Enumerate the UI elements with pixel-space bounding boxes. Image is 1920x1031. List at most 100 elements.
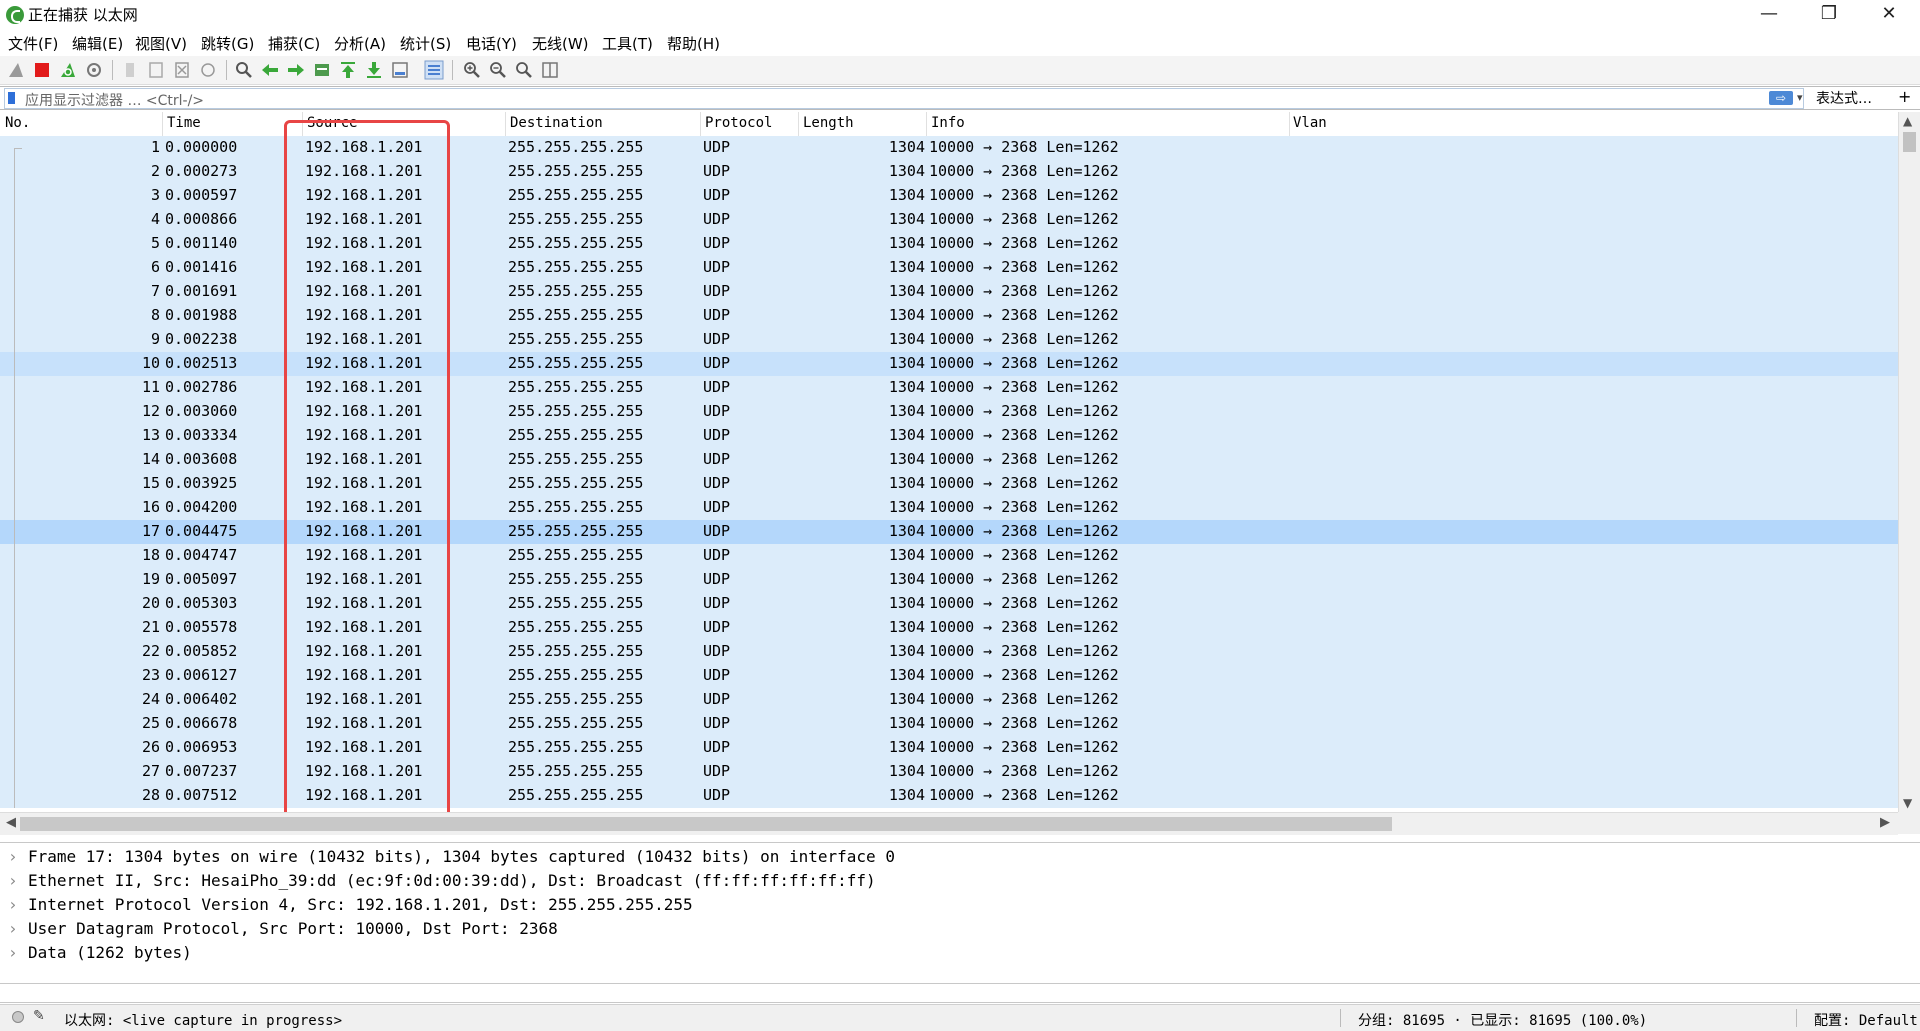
column-divider[interactable] bbox=[1289, 112, 1290, 136]
packet-time: 0.000597 bbox=[165, 186, 238, 204]
packet-destination: 255.255.255.255 bbox=[508, 354, 644, 372]
column-time[interactable]: Time bbox=[167, 115, 201, 131]
packet-bytes-pane[interactable] bbox=[0, 984, 1920, 1003]
detail-ethernet[interactable]: › Ethernet II, Src: HesaiPho_39:dd (ec:9f… bbox=[8, 871, 876, 890]
packet-destination: 255.255.255.255 bbox=[508, 618, 644, 636]
menu-statistics[interactable]: 统计(S) bbox=[400, 33, 451, 54]
colorize-icon[interactable] bbox=[424, 60, 444, 80]
scroll-down-icon[interactable]: ▼ bbox=[1903, 796, 1912, 810]
packet-time: 0.003608 bbox=[165, 450, 238, 468]
auto-scroll-icon[interactable] bbox=[390, 60, 410, 80]
column-divider[interactable] bbox=[798, 112, 799, 136]
capture-options-icon[interactable] bbox=[84, 60, 104, 80]
column-divider[interactable] bbox=[700, 112, 701, 136]
zoom-in-icon[interactable] bbox=[462, 60, 482, 80]
filter-history-dropdown[interactable]: ▾ bbox=[1797, 91, 1803, 104]
packet-destination: 255.255.255.255 bbox=[508, 402, 644, 420]
open-file-icon[interactable] bbox=[120, 60, 140, 80]
packet-protocol: UDP bbox=[703, 738, 731, 756]
packet-list-vertical-scrollbar[interactable]: ▲ ▼ bbox=[1898, 112, 1920, 812]
menu-help[interactable]: 帮助(H) bbox=[667, 33, 720, 54]
expand-chevron-icon[interactable]: › bbox=[8, 895, 28, 914]
column-divider[interactable] bbox=[162, 112, 163, 136]
window-title: 正在捕获 以太网 bbox=[28, 6, 138, 24]
packet-info: 10000 → 2368 Len=1262 bbox=[929, 546, 1119, 564]
minimize-button[interactable]: — bbox=[1740, 0, 1798, 30]
packet-no: 23 bbox=[141, 666, 160, 684]
reload-file-icon[interactable] bbox=[198, 60, 218, 80]
menu-analyze[interactable]: 分析(A) bbox=[334, 33, 386, 54]
menu-telephony[interactable]: 电话(Y) bbox=[466, 33, 517, 54]
scroll-up-icon[interactable]: ▲ bbox=[1903, 114, 1912, 128]
go-back-icon[interactable] bbox=[260, 60, 280, 80]
expand-chevron-icon[interactable]: › bbox=[8, 943, 28, 962]
expression-button[interactable]: 表达式… bbox=[1816, 88, 1872, 108]
column-divider[interactable] bbox=[926, 112, 927, 136]
go-forward-icon[interactable] bbox=[286, 60, 306, 80]
detail-data[interactable]: › Data (1262 bytes) bbox=[8, 943, 192, 962]
apply-filter-button[interactable]: ⇨ bbox=[1769, 91, 1793, 105]
restore-button[interactable]: ❐ bbox=[1800, 0, 1858, 30]
detail-udp[interactable]: › User Datagram Protocol, Src Port: 10000… bbox=[8, 919, 558, 938]
column-protocol[interactable]: Protocol bbox=[705, 115, 772, 131]
add-filter-button[interactable]: + bbox=[1898, 87, 1911, 106]
save-file-icon[interactable] bbox=[146, 60, 166, 80]
column-no[interactable]: No. bbox=[5, 115, 30, 131]
bookmark-icon[interactable] bbox=[8, 92, 15, 104]
stop-capture-icon[interactable] bbox=[32, 60, 52, 80]
packet-no: 13 bbox=[141, 426, 160, 444]
packet-info: 10000 → 2368 Len=1262 bbox=[929, 330, 1119, 348]
expand-chevron-icon[interactable]: › bbox=[8, 919, 28, 938]
packet-length: 1304 bbox=[888, 474, 925, 492]
zoom-out-icon[interactable] bbox=[488, 60, 508, 80]
packet-no: 8 bbox=[150, 306, 160, 324]
column-vlan[interactable]: Vlan bbox=[1293, 115, 1327, 131]
packet-protocol: UDP bbox=[703, 642, 731, 660]
column-divider[interactable] bbox=[505, 112, 506, 136]
packet-destination: 255.255.255.255 bbox=[508, 786, 644, 804]
expert-info-icon[interactable] bbox=[12, 1011, 24, 1023]
menu-edit[interactable]: 编辑(E) bbox=[72, 33, 123, 54]
expand-chevron-icon[interactable]: › bbox=[8, 871, 28, 890]
menu-go[interactable]: 跳转(G) bbox=[201, 33, 254, 54]
menu-file[interactable]: 文件(F) bbox=[8, 33, 58, 54]
menu-wireless[interactable]: 无线(W) bbox=[532, 33, 589, 54]
expand-chevron-icon[interactable]: › bbox=[8, 847, 28, 866]
packet-info: 10000 → 2368 Len=1262 bbox=[929, 474, 1119, 492]
close-file-icon[interactable] bbox=[172, 60, 192, 80]
packet-info: 10000 → 2368 Len=1262 bbox=[929, 282, 1119, 300]
packet-protocol: UDP bbox=[703, 402, 731, 420]
column-info[interactable]: Info bbox=[931, 115, 965, 131]
packet-info: 10000 → 2368 Len=1262 bbox=[929, 786, 1119, 804]
vertical-scroll-thumb[interactable] bbox=[1903, 132, 1916, 152]
packet-time: 0.001140 bbox=[165, 234, 238, 252]
status-packet-count: 分组: 81695 · 已显示: 81695 (100.0%) bbox=[1358, 1013, 1648, 1029]
packet-protocol: UDP bbox=[703, 474, 731, 492]
close-button[interactable]: ✕ bbox=[1860, 0, 1918, 30]
go-to-packet-icon[interactable] bbox=[312, 60, 332, 80]
shark-fin-start-icon[interactable] bbox=[6, 60, 26, 80]
capture-comment-icon[interactable]: ✎ bbox=[33, 1008, 45, 1024]
menu-tools[interactable]: 工具(T) bbox=[602, 33, 653, 54]
find-packet-icon[interactable] bbox=[234, 60, 254, 80]
packet-info: 10000 → 2368 Len=1262 bbox=[929, 570, 1119, 588]
packet-list-horizontal-scrollbar[interactable]: ◀ ▶ bbox=[0, 812, 1898, 835]
horizontal-scroll-thumb[interactable] bbox=[20, 817, 1392, 831]
first-packet-icon[interactable] bbox=[338, 60, 358, 80]
display-filter-input[interactable]: 应用显示过滤器 … <Ctrl-/> ⇨ ▾ bbox=[4, 88, 1804, 109]
last-packet-icon[interactable] bbox=[364, 60, 384, 80]
status-profile[interactable]: 配置: Default bbox=[1814, 1010, 1918, 1030]
packet-length: 1304 bbox=[888, 570, 925, 588]
resize-columns-icon[interactable] bbox=[540, 60, 560, 80]
restart-capture-icon[interactable] bbox=[58, 60, 78, 80]
column-length[interactable]: Length bbox=[803, 115, 854, 131]
detail-ipv4[interactable]: › Internet Protocol Version 4, Src: 192.1… bbox=[8, 895, 693, 914]
detail-frame[interactable]: › Frame 17: 1304 bytes on wire (10432 bit… bbox=[8, 847, 895, 866]
zoom-normal-icon[interactable] bbox=[514, 60, 534, 80]
column-destination[interactable]: Destination bbox=[510, 115, 603, 131]
packet-no: 4 bbox=[150, 210, 160, 228]
scroll-right-icon[interactable]: ▶ bbox=[1880, 815, 1890, 830]
menu-view[interactable]: 视图(V) bbox=[135, 33, 187, 54]
scroll-left-icon[interactable]: ◀ bbox=[6, 815, 16, 830]
menu-capture[interactable]: 捕获(C) bbox=[268, 33, 320, 54]
